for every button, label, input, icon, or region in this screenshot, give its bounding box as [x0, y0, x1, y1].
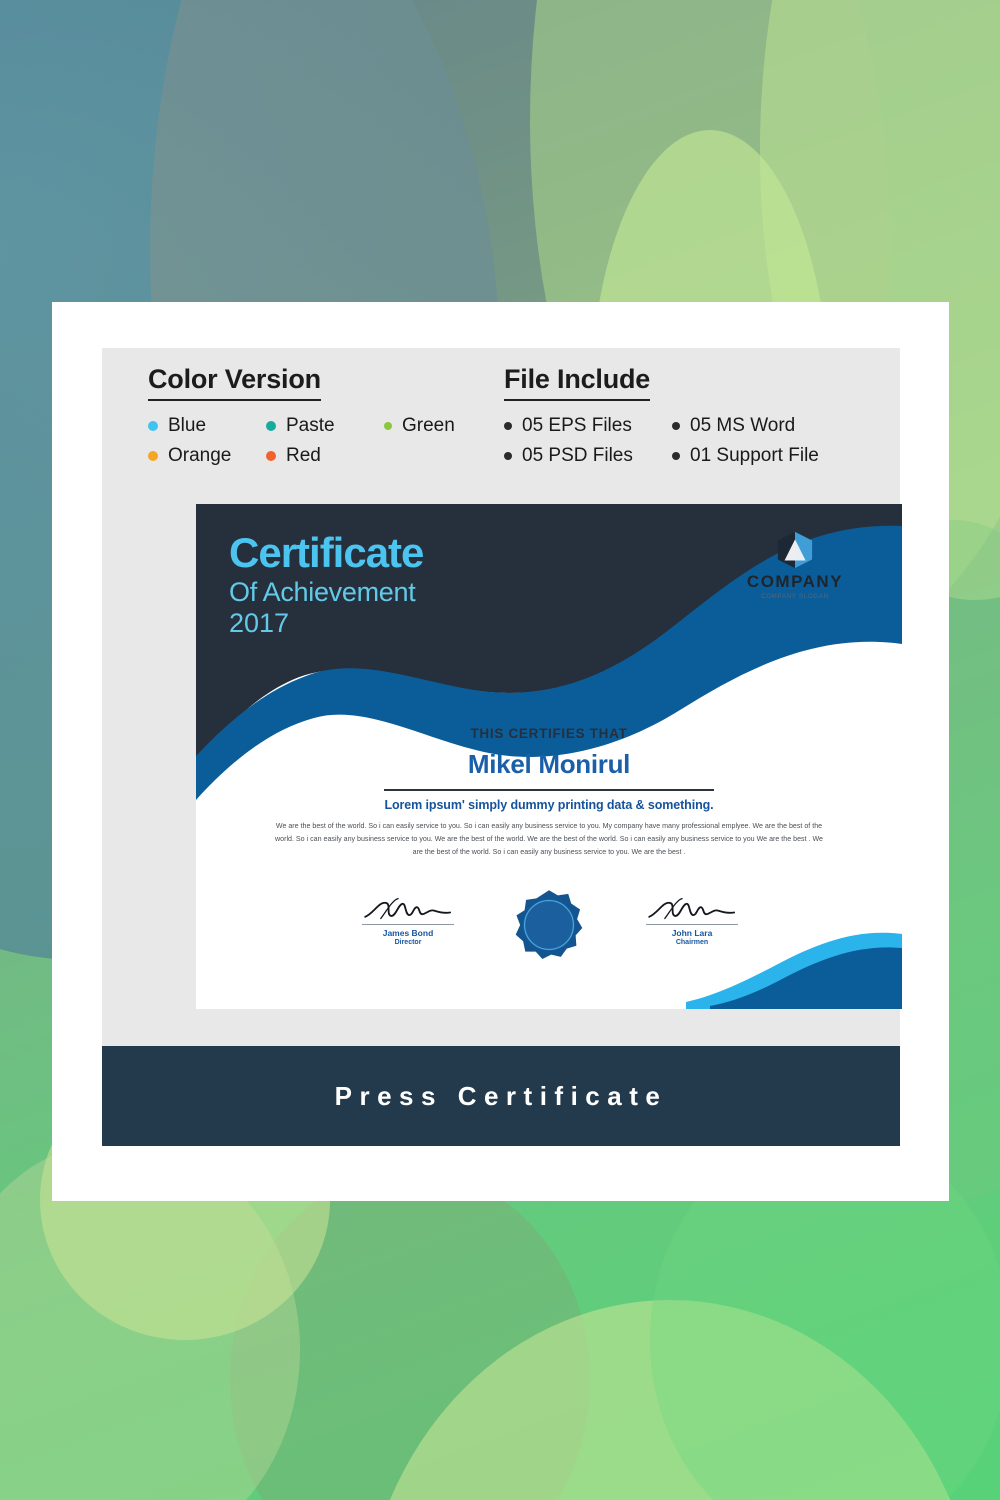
color-option-red[interactable]: Red: [266, 445, 384, 467]
signature-icon: [364, 897, 452, 920]
recipient-name: Mikel Monirul: [467, 749, 631, 779]
signer-role: Director: [394, 938, 422, 946]
file-include-list: 05 EPS Files 05 MS Word 05 PSD Files 01 …: [504, 415, 819, 467]
certificate-tagline: Lorem ipsum' simply dummy printing data …: [384, 798, 714, 812]
company-logo: COMPANY COMPANY SLOGAN: [730, 530, 860, 600]
color-swatch-red: [266, 451, 276, 462]
signature-row: James Bond Director John Lara Chairmen: [196, 890, 902, 976]
file-include-item-eps: 05 EPS Files: [504, 415, 672, 437]
file-include-label: 05 MS Word: [690, 415, 796, 437]
company-name: COMPANY: [746, 572, 844, 591]
certificate-title-year: 2017: [229, 607, 290, 638]
signature-line: [646, 924, 738, 925]
color-swatch-orange: [148, 451, 158, 462]
certificate-preview[interactable]: Certificate Of Achievement 2017 COMPANY …: [196, 504, 902, 1009]
signer-name: James Bond: [382, 928, 434, 938]
signature-icon: [648, 897, 736, 920]
file-include-section: File Include 05 EPS Files 05 MS Word 05 …: [504, 364, 819, 467]
divider-rule: [384, 789, 714, 791]
certificate-title-main: Certificate: [229, 529, 424, 576]
color-option-orange[interactable]: Orange: [148, 445, 266, 467]
color-option-label: Orange: [168, 445, 232, 467]
hexagon-logo-icon: [777, 531, 813, 569]
company-slogan: COMPANY SLOGAN: [761, 594, 829, 600]
file-include-item-msword: 05 MS Word: [672, 415, 819, 437]
certifies-label: THIS CERTIFIES THAT: [470, 726, 628, 741]
file-include-label: 01 Support File: [690, 445, 819, 467]
signature-block-chairmen: John Lara Chairmen: [632, 896, 752, 946]
info-panel: Color Version Blue Paste Green Orange Re…: [102, 348, 902, 1046]
color-option-label: Blue: [168, 415, 207, 437]
color-option-label: Paste: [286, 415, 335, 437]
press-certificate-banner[interactable]: Press Certificate: [102, 1046, 900, 1146]
signature-block-director: James Bond Director: [348, 896, 468, 946]
file-include-label: 05 PSD Files: [522, 445, 633, 467]
color-option-blue[interactable]: Blue: [148, 415, 266, 437]
file-include-label: 05 EPS Files: [522, 415, 632, 437]
color-option-green[interactable]: Green: [384, 415, 455, 437]
certificate-paragraph: We are the best of the world. So i can e…: [275, 822, 823, 857]
signer-role: Chairmen: [675, 938, 709, 946]
file-include-item-support: 01 Support File: [672, 445, 819, 467]
bullet-icon: [504, 452, 512, 461]
press-certificate-label: Press Certificate: [334, 1080, 668, 1111]
certificate-heading: Certificate Of Achievement 2017: [229, 529, 424, 638]
certificate-body: THIS CERTIFIES THAT Mikel Monirul Lorem …: [196, 726, 902, 859]
color-version-section: Color Version Blue Paste Green Orange Re…: [148, 364, 455, 467]
file-include-item-psd: 05 PSD Files: [504, 445, 672, 467]
signature-line: [362, 924, 454, 925]
color-swatch-green: [384, 422, 392, 431]
file-include-title: File Include: [504, 364, 650, 402]
bullet-icon: [504, 422, 512, 431]
color-option-paste[interactable]: Paste: [266, 415, 384, 437]
color-option-label: Red: [286, 445, 321, 467]
color-swatch-blue: [148, 421, 158, 432]
color-swatch-paste: [266, 421, 276, 432]
preview-card: Color Version Blue Paste Green Orange Re…: [52, 302, 949, 1201]
signer-name: John Lara: [671, 928, 713, 938]
certificate-title-sub: Of Achievement: [229, 576, 416, 607]
color-option-label: Green: [402, 415, 455, 437]
bullet-icon: [672, 422, 680, 431]
bullet-icon: [672, 452, 680, 461]
wax-seal-icon: [515, 890, 583, 960]
color-version-title: Color Version: [148, 364, 321, 402]
color-version-list: Blue Paste Green Orange Red: [148, 415, 455, 467]
